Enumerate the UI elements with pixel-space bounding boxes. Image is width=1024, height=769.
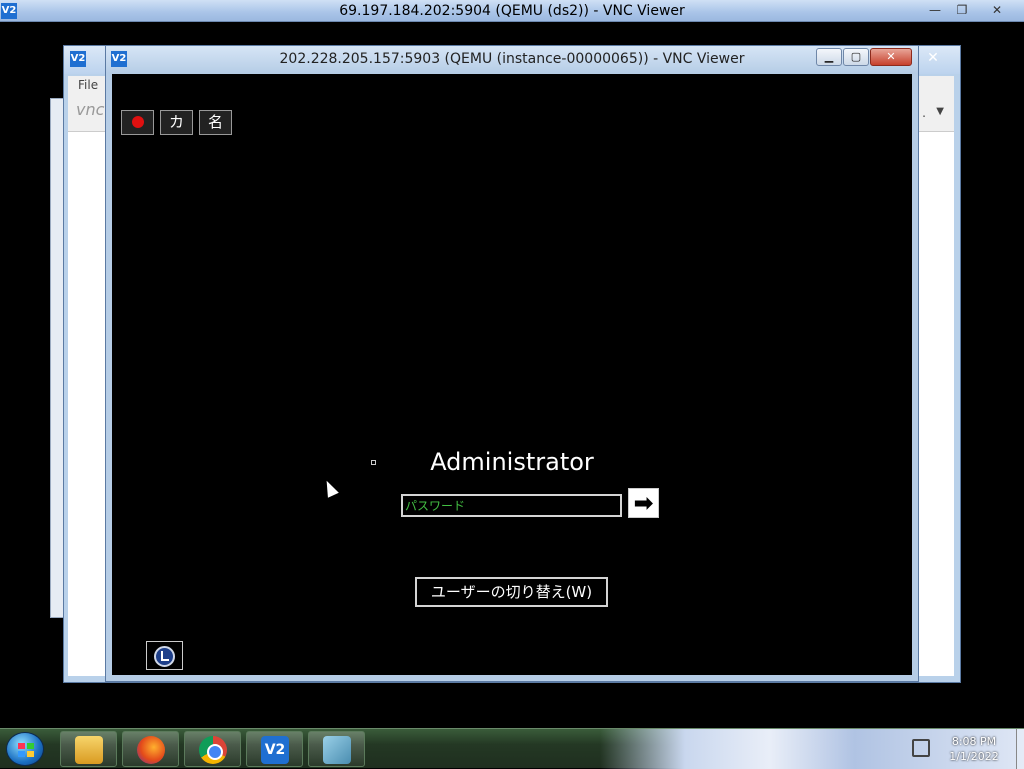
main-window-titlebar[interactable]: V2 202.228.205.157:5903 (QEMU (instance-…: [106, 46, 918, 73]
user-tile-marker: [371, 460, 376, 465]
password-field[interactable]: [401, 494, 622, 517]
windows-logo-icon: [18, 743, 34, 757]
mouse-cursor-icon: [321, 478, 339, 498]
vnc-viewer-icon: V2: [70, 51, 86, 67]
main-maximize-button[interactable]: ▢: [843, 48, 869, 66]
main-window-title: 202.228.205.157:5903 (QEMU (instance-000…: [279, 51, 745, 67]
taskbar-firefox-button[interactable]: [122, 731, 179, 767]
start-button[interactable]: [6, 732, 44, 766]
main-minimize-button[interactable]: ▁: [816, 48, 842, 66]
switch-user-button[interactable]: ユーザーの切り替え(W): [415, 577, 608, 607]
main-vnc-window[interactable]: V2 202.228.205.157:5903 (QEMU (instance-…: [105, 45, 919, 682]
taskbar-chrome-button[interactable]: [184, 731, 241, 767]
notepad-icon: [323, 736, 351, 764]
taskbar-vnc-button[interactable]: V2: [246, 731, 303, 767]
chrome-icon: [199, 736, 227, 764]
username-label: Administrator: [430, 448, 594, 476]
show-desktop-button[interactable]: [1016, 729, 1024, 769]
login-submit-button[interactable]: ➡: [628, 488, 659, 518]
alert-icon: [131, 116, 144, 128]
ease-of-access-icon: [154, 646, 175, 667]
remote-login-screen[interactable]: カ 名 Administrator ➡ ユーザーの切り替え(W): [112, 74, 912, 675]
main-close-button[interactable]: ✕: [870, 48, 912, 66]
outer-restore-button[interactable]: ❐: [951, 2, 973, 18]
outer-window-title: 69.197.184.202:5904 (QEMU (ds2)) - VNC V…: [339, 3, 685, 19]
vnc-logo: vnc: [76, 100, 105, 119]
ease-of-access-button[interactable]: [146, 641, 183, 670]
ime-name-button[interactable]: 名: [199, 110, 232, 135]
toolbar-dot: .: [922, 106, 926, 120]
ime-status-button[interactable]: [121, 110, 154, 135]
taskbar: V2 8:08 PM 1/1/2022: [0, 728, 1024, 769]
vnc-viewer-icon: V2: [261, 736, 289, 764]
network-icon[interactable]: [912, 739, 930, 757]
system-clock[interactable]: 8:08 PM 1/1/2022: [938, 734, 1010, 764]
outer-minimize-button[interactable]: —: [924, 2, 946, 18]
menu-file[interactable]: File: [78, 78, 98, 92]
clock-time: 8:08 PM: [951, 735, 997, 748]
folder-icon: [75, 736, 103, 764]
firefox-icon: [137, 736, 165, 764]
ime-kana-button[interactable]: カ: [160, 110, 193, 135]
taskbar-notepad-button[interactable]: [308, 731, 365, 767]
clock-date: 1/1/2022: [949, 750, 999, 763]
taskbar-explorer-button[interactable]: [60, 731, 117, 767]
outer-vnc-titlebar[interactable]: V2 69.197.184.202:5904 (QEMU (ds2)) - VN…: [0, 0, 1024, 22]
outer-close-button[interactable]: ✕: [986, 2, 1008, 18]
chevron-down-icon[interactable]: ▼: [936, 106, 944, 117]
stacked-window-edge: [50, 98, 64, 618]
